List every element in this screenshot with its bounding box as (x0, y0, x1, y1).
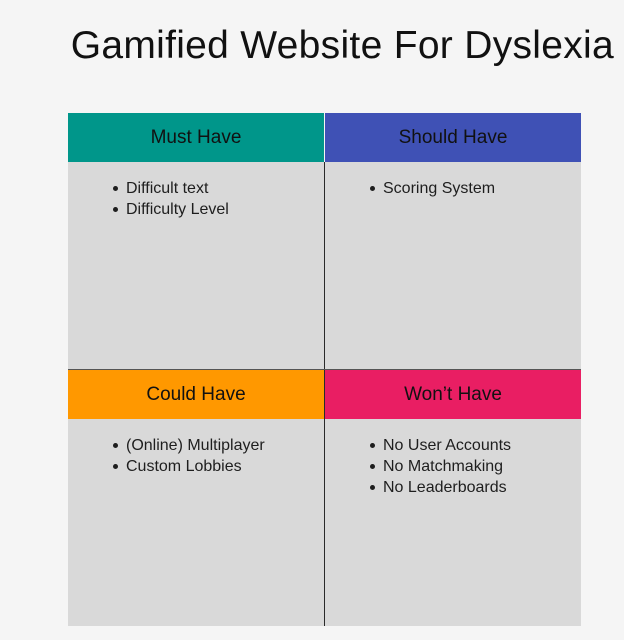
list-item: No Matchmaking (370, 456, 581, 477)
quadrant-header-could-have: Could Have (68, 370, 324, 419)
quadrant-header-must-have: Must Have (68, 113, 324, 162)
quadrant-wont-have: Won’t Have No User Accounts No Matchmaki… (325, 370, 581, 626)
quadrant-title: Must Have (150, 126, 242, 148)
item-list: (Online) Multiplayer Custom Lobbies (68, 435, 324, 477)
moscow-grid: Must Have Difficult text Difficulty Leve… (68, 113, 581, 626)
list-item: Difficulty Level (113, 199, 324, 220)
quadrant-must-have: Must Have Difficult text Difficulty Leve… (68, 113, 324, 369)
list-item: (Online) Multiplayer (113, 435, 324, 456)
item-list: No User Accounts No Matchmaking No Leade… (325, 435, 581, 498)
list-item: Scoring System (370, 178, 581, 199)
list-item: Difficult text (113, 178, 324, 199)
item-list: Scoring System (325, 178, 581, 199)
vertical-divider (324, 162, 325, 626)
list-item: No User Accounts (370, 435, 581, 456)
quadrant-title: Could Have (146, 383, 246, 405)
quadrant-title: Should Have (398, 126, 508, 148)
quadrant-should-have: Should Have Scoring System (325, 113, 581, 369)
item-list: Difficult text Difficulty Level (68, 178, 324, 220)
list-item: No Leaderboards (370, 477, 581, 498)
horizontal-divider (68, 369, 581, 370)
quadrant-could-have: Could Have (Online) Multiplayer Custom L… (68, 370, 324, 626)
quadrant-header-wont-have: Won’t Have (325, 370, 581, 419)
quadrant-title: Won’t Have (404, 383, 502, 405)
page-title: Gamified Website For Dyslexia (70, 24, 614, 67)
list-item: Custom Lobbies (113, 456, 324, 477)
quadrant-header-should-have: Should Have (325, 113, 581, 162)
